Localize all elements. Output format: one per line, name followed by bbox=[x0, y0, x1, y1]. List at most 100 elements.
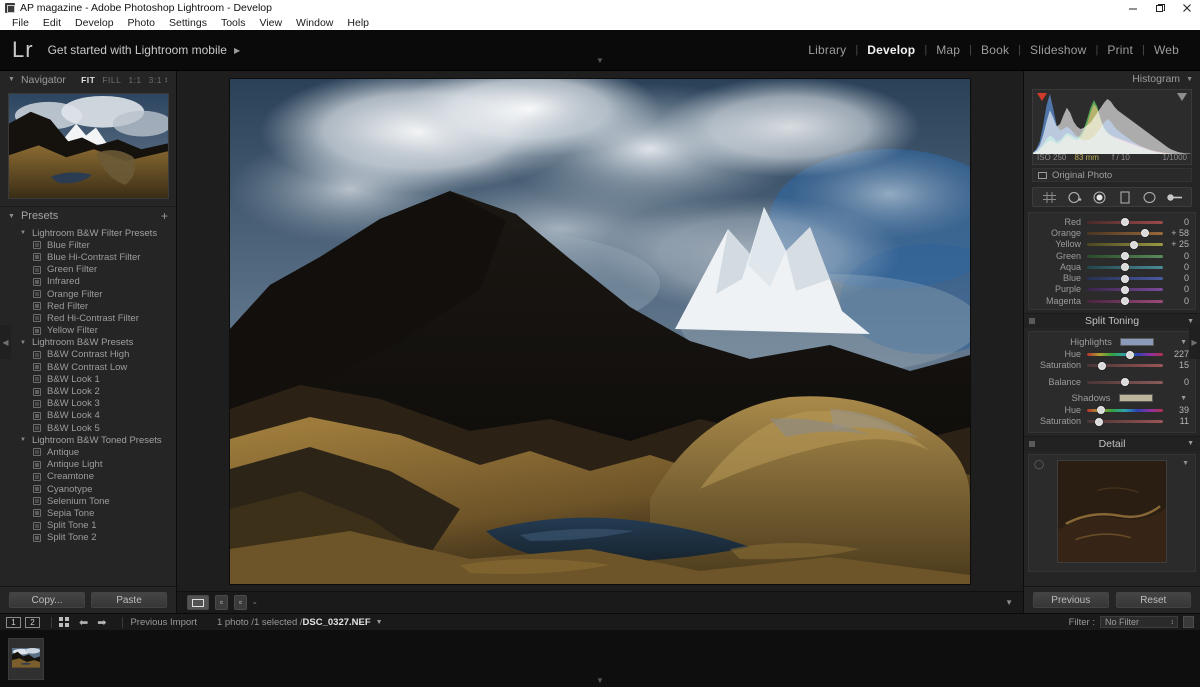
left-panel-collapse-arrow[interactable]: ◀ bbox=[0, 325, 11, 359]
top-panel-handle[interactable]: ▼ bbox=[592, 57, 608, 65]
filter-toggle-button[interactable] bbox=[1183, 616, 1194, 628]
detail-expand-icon[interactable]: ▼ bbox=[1182, 460, 1189, 467]
preset-item[interactable]: Antique bbox=[0, 446, 176, 458]
preset-item[interactable]: Sepia Tone bbox=[0, 507, 176, 519]
split-toning-switch[interactable] bbox=[1029, 318, 1035, 325]
minimize-button[interactable] bbox=[1119, 0, 1146, 16]
preset-item[interactable]: Blue Filter bbox=[0, 239, 176, 251]
preset-item[interactable]: B&W Contrast High bbox=[0, 349, 176, 361]
preset-item[interactable]: Antique Light bbox=[0, 459, 176, 471]
hsl-green-track[interactable] bbox=[1087, 250, 1163, 261]
highlights-hue-value[interactable]: 227 bbox=[1163, 349, 1189, 359]
preset-group-collapse-icon[interactable]: ▼ bbox=[20, 437, 26, 443]
hsl-magenta[interactable]: Magenta 0 bbox=[1029, 295, 1195, 306]
hsl-red-knob[interactable] bbox=[1121, 218, 1129, 227]
preset-item[interactable]: B&W Look 3 bbox=[0, 398, 176, 410]
original-photo-row[interactable]: Original Photo bbox=[1032, 168, 1192, 182]
split-highlights-expand-icon[interactable]: ▼ bbox=[1180, 339, 1187, 346]
preset-item[interactable]: Green Filter bbox=[0, 264, 176, 276]
menu-view[interactable]: View bbox=[252, 16, 289, 30]
navigator-thumbnail[interactable] bbox=[8, 93, 169, 199]
module-develop[interactable]: Develop bbox=[858, 43, 924, 57]
hsl-blue-value[interactable]: 0 bbox=[1163, 273, 1189, 283]
preset-item[interactable]: B&W Look 5 bbox=[0, 422, 176, 434]
module-map[interactable]: Map bbox=[927, 43, 969, 57]
filter-stepper-icon[interactable]: ↕ bbox=[1171, 619, 1175, 626]
current-filename[interactable]: DSC_0327.NEF bbox=[303, 617, 371, 628]
hsl-aqua-knob[interactable] bbox=[1121, 263, 1129, 272]
split-shadows-expand-icon[interactable]: ▼ bbox=[1180, 395, 1187, 402]
detail-preview-thumbnail[interactable] bbox=[1057, 459, 1167, 563]
preset-item[interactable]: Red Hi-Contrast Filter bbox=[0, 312, 176, 324]
histogram-collapse-icon[interactable]: ▼ bbox=[1186, 76, 1193, 83]
menu-develop[interactable]: Develop bbox=[68, 16, 121, 30]
navigator-header[interactable]: ▼ Navigator FIT FILL 1:1 3:1 ↕ bbox=[0, 71, 176, 88]
navigator-zoom-1-1[interactable]: 1:1 bbox=[128, 75, 141, 85]
hsl-green-value[interactable]: 0 bbox=[1163, 251, 1189, 261]
shadows-hue-knob[interactable] bbox=[1096, 406, 1105, 415]
add-preset-button[interactable]: + bbox=[161, 210, 168, 222]
highlights-saturation-value[interactable]: 15 bbox=[1163, 360, 1189, 370]
presets-collapse-icon[interactable]: ▼ bbox=[8, 213, 15, 220]
flag-pick-button[interactable] bbox=[215, 595, 228, 610]
shadows-saturation-track[interactable] bbox=[1087, 416, 1163, 427]
detail-loupe-icon[interactable]: ◯ bbox=[1034, 459, 1044, 470]
spot-removal-tool-icon[interactable] bbox=[1066, 190, 1083, 205]
filmstrip-thumbnail[interactable] bbox=[8, 637, 44, 680]
highlights-hue-knob[interactable] bbox=[1126, 350, 1135, 359]
hsl-orange-track[interactable] bbox=[1087, 227, 1163, 238]
navigator-zoom-3-1[interactable]: 3:1 bbox=[149, 75, 162, 85]
histogram-chart[interactable]: ISO 250 83 mm f / 10 1/1000 bbox=[1032, 89, 1192, 165]
hsl-orange-value[interactable]: + 58 bbox=[1163, 228, 1189, 238]
filename-caret-icon[interactable]: ▼ bbox=[376, 619, 383, 626]
menu-file[interactable]: File bbox=[5, 16, 36, 30]
split-toning-collapse-icon[interactable]: ▼ bbox=[1187, 318, 1194, 325]
shadows-saturation[interactable]: Saturation 11 bbox=[1029, 416, 1195, 427]
balance[interactable]: Balance 0 bbox=[1029, 376, 1195, 387]
preset-item[interactable]: Creamtone bbox=[0, 471, 176, 483]
reset-button[interactable]: Reset bbox=[1115, 592, 1191, 608]
preset-item[interactable]: B&W Look 4 bbox=[0, 410, 176, 422]
shadows-saturation-knob[interactable] bbox=[1095, 417, 1104, 426]
preset-item[interactable]: Split Tone 2 bbox=[0, 532, 176, 544]
hsl-orange[interactable]: Orange + 58 bbox=[1029, 227, 1195, 238]
previous-button[interactable]: Previous bbox=[1033, 592, 1109, 608]
hsl-magenta-track[interactable] bbox=[1087, 295, 1163, 306]
hsl-red-track[interactable] bbox=[1087, 216, 1163, 227]
red-eye-tool-icon[interactable] bbox=[1091, 190, 1108, 205]
balance-knob[interactable] bbox=[1121, 378, 1129, 387]
preset-item[interactable]: B&W Look 1 bbox=[0, 373, 176, 385]
preset-item[interactable]: Blue Hi-Contrast Filter bbox=[0, 251, 176, 263]
balance-track[interactable] bbox=[1087, 376, 1163, 387]
shadows-saturation-value[interactable]: 11 bbox=[1163, 416, 1189, 426]
shadows-hue-value[interactable]: 39 bbox=[1163, 405, 1189, 415]
hsl-magenta-value[interactable]: 0 bbox=[1163, 296, 1189, 306]
image-canvas[interactable] bbox=[177, 71, 1023, 591]
develop-photo[interactable] bbox=[230, 78, 970, 584]
source-label[interactable]: Previous Import bbox=[130, 617, 197, 628]
menu-settings[interactable]: Settings bbox=[162, 16, 214, 30]
preset-item[interactable]: Selenium Tone bbox=[0, 495, 176, 507]
highlights-saturation-knob[interactable] bbox=[1098, 361, 1107, 370]
navigator-stepper-icon[interactable]: ↕ bbox=[164, 75, 168, 84]
toolbar-options-caret[interactable]: ▼ bbox=[1005, 598, 1013, 607]
preset-group-collapse-icon[interactable]: ▼ bbox=[20, 230, 26, 236]
preset-item[interactable]: B&W Look 2 bbox=[0, 385, 176, 397]
preset-group-header[interactable]: ▼ Lightroom B&W Presets bbox=[0, 337, 176, 349]
next-photo-arrow-icon[interactable]: ➡ bbox=[97, 616, 106, 629]
flag-reject-button[interactable] bbox=[234, 595, 247, 610]
preset-item[interactable]: Yellow Filter bbox=[0, 325, 176, 337]
screen-1-button[interactable]: 1 bbox=[6, 616, 21, 628]
promo-arrow-icon[interactable]: ▶ bbox=[234, 46, 240, 55]
loupe-view-button[interactable] bbox=[187, 595, 209, 610]
preset-item[interactable]: Orange Filter bbox=[0, 288, 176, 300]
menu-edit[interactable]: Edit bbox=[36, 16, 68, 30]
preset-item[interactable]: Cyanotype bbox=[0, 483, 176, 495]
paste-button[interactable]: Paste bbox=[91, 592, 167, 608]
hsl-red[interactable]: Red 0 bbox=[1029, 216, 1195, 227]
preset-item[interactable]: Split Tone 1 bbox=[0, 520, 176, 532]
hsl-yellow-knob[interactable] bbox=[1130, 240, 1139, 249]
hsl-purple-value[interactable]: 0 bbox=[1163, 284, 1189, 294]
menu-photo[interactable]: Photo bbox=[121, 16, 162, 30]
hsl-yellow[interactable]: Yellow + 25 bbox=[1029, 239, 1195, 250]
